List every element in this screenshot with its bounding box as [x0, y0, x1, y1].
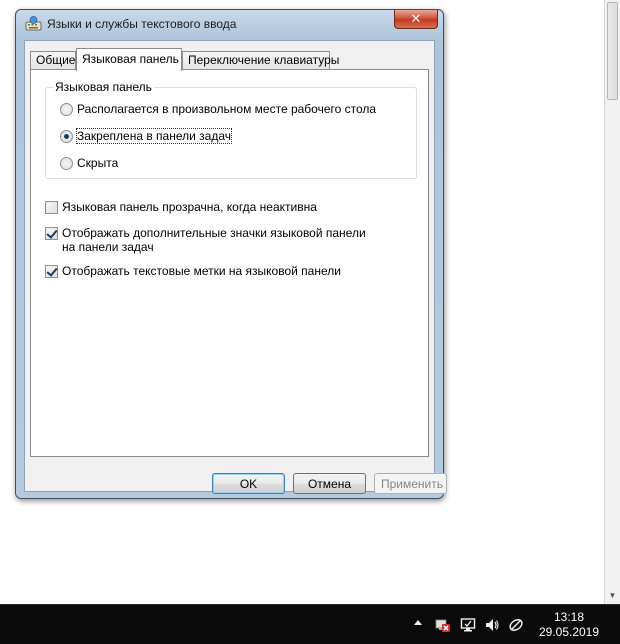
groupbox-label: Языковая панель	[53, 80, 154, 94]
clock-time: 13:18	[553, 610, 585, 624]
language-icon[interactable]	[508, 617, 524, 633]
taskbar: 13:18 29.05.2019	[0, 604, 620, 644]
taskbar-clock[interactable]: 13:18 29.05.2019	[534, 610, 604, 640]
radio-button[interactable]	[60, 157, 73, 170]
ok-button[interactable]: OK	[212, 473, 285, 494]
radio-label[interactable]: Закреплена в панели задач	[76, 128, 232, 144]
show-hidden-icons-icon[interactable]	[414, 620, 422, 625]
dialog-client-area: Общие Языковая панель Переключение клави…	[24, 40, 447, 494]
title-bar[interactable]: Языки и службы текстового ввода ✕	[16, 10, 443, 40]
checkbox-label[interactable]: Языковая панель прозрачна, когда неактив…	[62, 200, 317, 214]
radio-button[interactable]	[60, 103, 73, 116]
scroll-down-arrow-icon[interactable]: ▼	[607, 590, 618, 602]
checkbox-label[interactable]: Отображать дополнительные значки языково…	[62, 226, 372, 254]
network-error-icon[interactable]	[435, 617, 451, 633]
close-icon: ✕	[410, 11, 422, 26]
checkbox-label[interactable]: Отображать текстовые метки на языковой п…	[62, 264, 341, 278]
background-scrollbar[interactable]: ▼	[604, 0, 620, 604]
apply-button[interactable]: Применить	[374, 473, 447, 494]
checkbox-checked[interactable]	[45, 227, 58, 240]
window-title: Языки и службы текстового ввода	[47, 17, 237, 31]
tab-language-bar[interactable]: Языковая панель	[76, 48, 182, 71]
close-button[interactable]: ✕	[394, 10, 438, 29]
tab-general[interactable]: Общие	[30, 51, 76, 70]
display-icon[interactable]	[460, 617, 476, 633]
keyboard-language-icon	[25, 16, 42, 31]
checkbox[interactable]	[45, 201, 58, 214]
tab-panel-language-bar: Языковая панель Располагается в произвол…	[30, 69, 429, 457]
cancel-button[interactable]: Отмена	[293, 473, 366, 494]
checkbox-checked[interactable]	[45, 265, 58, 278]
clock-date: 29.05.2019	[538, 625, 600, 639]
volume-icon[interactable]	[484, 617, 500, 633]
tab-keyboard-switching[interactable]: Переключение клавиатуры	[182, 51, 339, 70]
dialog-window: Языки и службы текстового ввода ✕ Общие …	[15, 9, 447, 499]
radio-label[interactable]: Скрыта	[77, 156, 118, 170]
radio-label[interactable]: Располагается в произвольном месте рабоч…	[77, 102, 376, 116]
scrollbar-thumb[interactable]	[607, 2, 618, 100]
radio-button-selected[interactable]	[60, 130, 73, 143]
language-bar-groupbox: Языковая панель Располагается в произвол…	[45, 80, 417, 179]
